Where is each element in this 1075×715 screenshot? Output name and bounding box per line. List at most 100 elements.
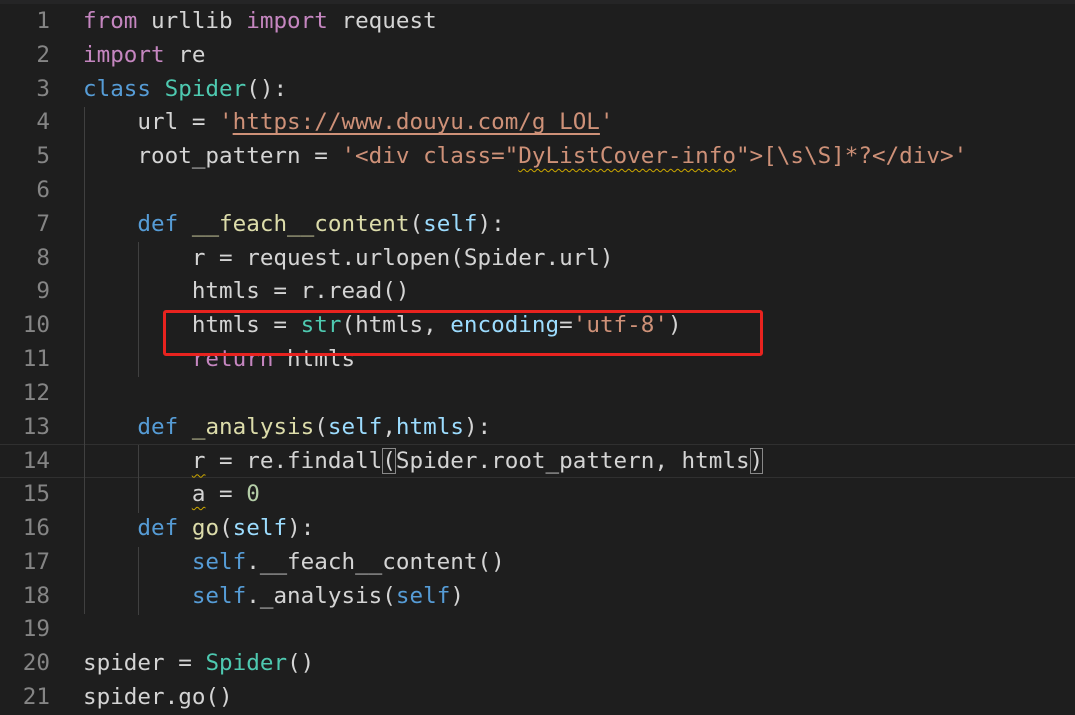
code-token: '<div class=" [341, 143, 519, 170]
code-line[interactable]: 1 from urllib import request [0, 5, 1075, 39]
code-text: r = re.findall(Spider.root_pattern, html… [83, 445, 764, 479]
code-text: htmls = r.read() [83, 275, 410, 309]
code-token: root_pattern = [83, 143, 342, 170]
code-token: , [382, 413, 396, 440]
code-text: self.__feach__content() [83, 546, 505, 580]
code-token: Spider [164, 75, 247, 102]
code-token: _analysis [191, 413, 315, 440]
line-number: 5 [36, 143, 50, 170]
code-text: def go(self): [83, 512, 314, 546]
code-token: = re.findall [205, 448, 383, 475]
code-token: self [191, 548, 247, 575]
line-number: 14 [22, 448, 50, 475]
code-text: spider.go() [83, 681, 233, 715]
code-token: class [83, 75, 152, 102]
code-token: ">[\s\S]*?</div>' [735, 143, 968, 170]
code-token: .__feach__content() [246, 548, 505, 575]
code-token: ): [463, 413, 492, 440]
code-token: self [423, 210, 478, 237]
code-token: () [287, 650, 315, 677]
code-text: root_pattern = '<div class="DyListCover-… [83, 140, 967, 174]
code-editor[interactable]: 1 from urllib import request 2 import re 3 cl… [0, 5, 1075, 715]
line-number: 21 [22, 683, 50, 710]
tab-bar [0, 0, 1075, 4]
code-token: DyListCover-info [518, 143, 736, 170]
code-token: htmls = r.read() [83, 278, 410, 305]
code-token: re [164, 41, 206, 68]
code-token: go [191, 514, 220, 541]
line-number: 19 [22, 616, 50, 643]
code-token: spider = [83, 650, 206, 677]
line-number: 15 [22, 481, 50, 508]
code-token: ( [409, 210, 424, 237]
code-line[interactable]: 8 r = request.urlopen(Spider.url) [0, 242, 1075, 276]
line-number: 10 [22, 312, 50, 339]
code-token: (): [246, 75, 288, 102]
code-text: spider = Spider() [83, 647, 314, 681]
line-number: 13 [22, 413, 50, 440]
code-line[interactable]: 7 def __feach__content(self): [0, 208, 1075, 242]
code-line[interactable]: 12 [0, 377, 1075, 411]
code-token: ( [382, 448, 396, 475]
code-token: = [205, 481, 247, 508]
code-token: import [83, 41, 165, 68]
code-token: r = request.urlopen(Spider.url) [83, 244, 614, 271]
code-line[interactable]: 18 self._analysis(self) [0, 580, 1075, 614]
line-number: 3 [36, 75, 50, 102]
line-number: 8 [36, 244, 50, 271]
code-token: def [137, 413, 179, 440]
code-line[interactable]: 16 def go(self): [0, 512, 1075, 546]
highlight-annotation-box [163, 310, 763, 356]
line-number: 9 [36, 278, 50, 305]
code-token: ( [314, 413, 328, 440]
code-text: r = request.urlopen(Spider.url) [83, 242, 614, 276]
code-token: ' [599, 109, 614, 136]
code-line[interactable]: 15 a = 0 [0, 478, 1075, 512]
code-token: ): [477, 210, 505, 237]
indent-guide [84, 107, 85, 614]
code-token: ' [219, 109, 233, 136]
code-token: ( [219, 514, 233, 541]
code-token: self [327, 413, 383, 440]
code-token: htmls [395, 413, 464, 440]
code-line[interactable]: 17 self.__feach__content() [0, 546, 1075, 580]
code-token: request [327, 8, 437, 34]
line-number: 20 [22, 650, 50, 677]
code-token: def [137, 514, 179, 541]
line-number: 16 [22, 514, 50, 541]
line-number: 18 [22, 582, 50, 609]
code-token: url = [83, 109, 220, 136]
code-token: self [191, 582, 247, 609]
code-line[interactable]: 19 [0, 613, 1075, 647]
code-line[interactable]: 4 url = 'https://www.douyu.com/g_LOL' [0, 106, 1075, 140]
code-token: ): [287, 514, 315, 541]
code-token: self [232, 514, 288, 541]
line-number: 17 [22, 548, 50, 575]
code-token: spider.go() [83, 683, 233, 710]
code-token: 0 [246, 481, 260, 508]
code-line[interactable]: 20 spider = Spider() [0, 647, 1075, 681]
code-line[interactable]: 21 spider.go() [0, 681, 1075, 715]
line-number: 12 [22, 379, 50, 406]
code-line[interactable]: 5 root_pattern = '<div class="DyListCove… [0, 140, 1075, 174]
code-line[interactable]: 13 def _analysis(self,htmls): [0, 411, 1075, 445]
code-token: self [395, 582, 451, 609]
code-line[interactable]: 9 htmls = r.read() [0, 275, 1075, 309]
code-token: from [83, 8, 138, 34]
code-line[interactable]: 2 import re [0, 39, 1075, 73]
code-line[interactable]: 14 r = re.findall(Spider.root_pattern, h… [0, 444, 1075, 479]
line-number: 4 [36, 109, 50, 136]
code-text: self._analysis(self) [83, 580, 464, 614]
code-line[interactable]: 3 class Spider(): [0, 73, 1075, 107]
code-text: import re [83, 39, 205, 73]
code-line[interactable]: 6 [0, 174, 1075, 208]
code-token: a [191, 481, 206, 508]
code-token: ._analysis( [246, 582, 396, 609]
code-token: ) [749, 448, 764, 475]
code-text: class Spider(): [83, 73, 287, 107]
